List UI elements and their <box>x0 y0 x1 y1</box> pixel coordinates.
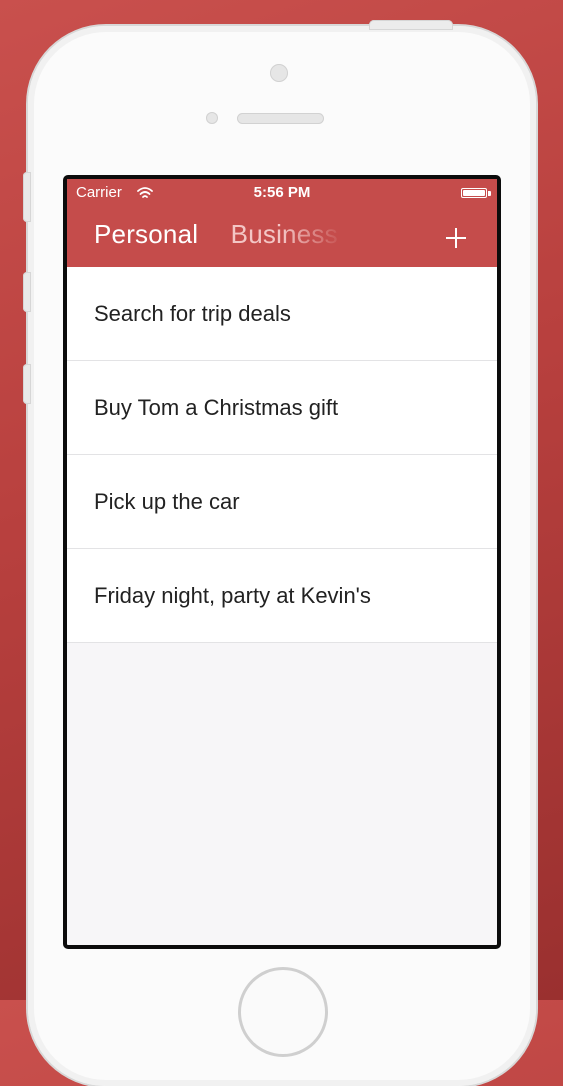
battery-tip <box>488 191 491 196</box>
battery-icon <box>461 188 487 198</box>
tab-personal[interactable]: Personal <box>94 219 198 250</box>
task-item[interactable]: Buy Tom a Christmas gift <box>67 361 497 455</box>
home-button[interactable] <box>241 970 325 1054</box>
battery-fill <box>463 190 485 196</box>
task-item[interactable]: Pick up the car <box>67 455 497 549</box>
proximity-sensor <box>206 112 218 124</box>
list-tabs: Personal Business <box>94 219 344 259</box>
power-button <box>369 20 453 30</box>
task-item[interactable]: Search for trip deals <box>67 267 497 361</box>
task-item[interactable]: Friday night, party at Kevin's <box>67 549 497 643</box>
task-list: Search for trip deals Buy Tom a Christma… <box>67 267 497 643</box>
earpiece-speaker <box>237 113 324 124</box>
phone-screen: Carrier 5:56 PM Personal Business Search… <box>63 175 501 949</box>
mute-switch <box>23 172 31 222</box>
plus-icon[interactable] <box>445 227 467 249</box>
volume-down-button <box>23 364 31 404</box>
front-camera <box>270 64 288 82</box>
status-time: 5:56 PM <box>253 184 311 201</box>
tab-business[interactable]: Business <box>231 219 338 250</box>
volume-up-button <box>23 272 31 312</box>
app-header: Carrier 5:56 PM Personal Business <box>67 179 497 267</box>
status-bar: Carrier 5:56 PM <box>67 179 497 205</box>
